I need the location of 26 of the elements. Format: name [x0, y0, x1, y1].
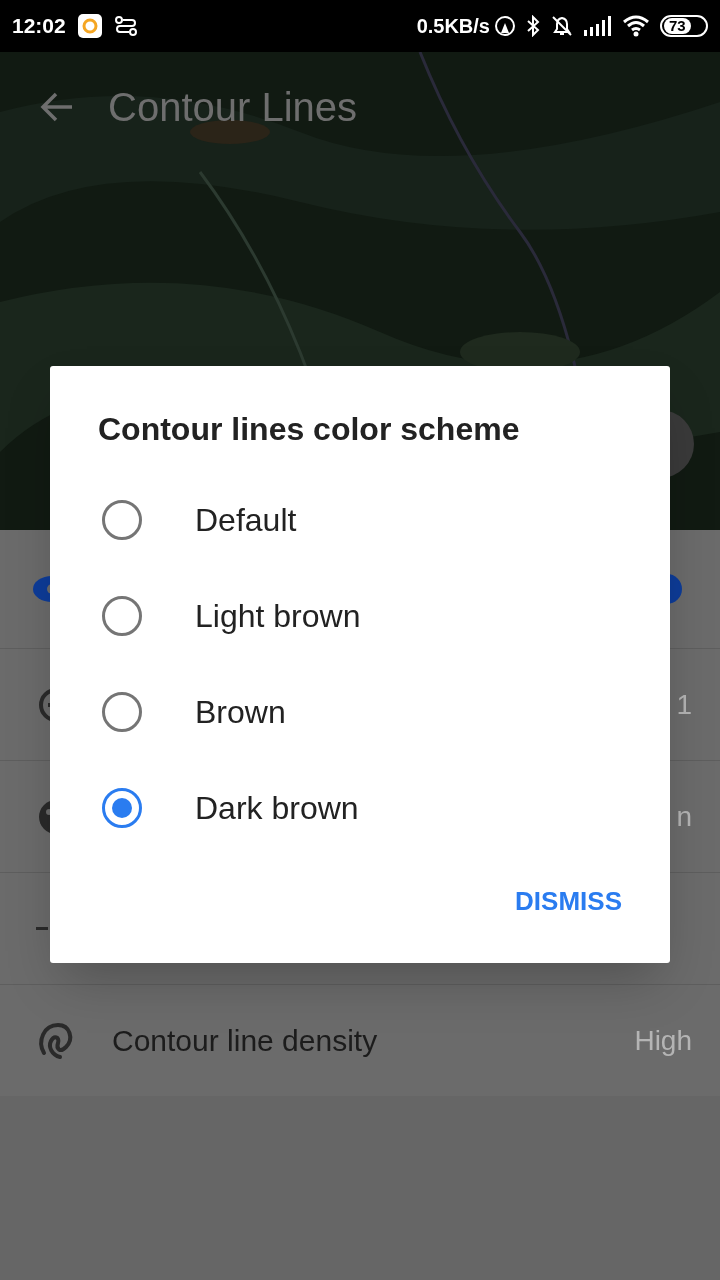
battery-indicator: 73 [660, 15, 708, 37]
page-title: Contour Lines [108, 84, 358, 131]
back-arrow-icon[interactable] [40, 92, 74, 122]
setting-value: n [676, 799, 692, 834]
radio-option[interactable]: Dark brown [50, 760, 670, 856]
radio-button[interactable] [102, 788, 142, 828]
setting-label: Contour line density [112, 1023, 378, 1059]
setting-value: 1 [676, 687, 692, 722]
radio-option[interactable]: Light brown [50, 568, 670, 664]
radio-button[interactable] [102, 500, 142, 540]
link-icon [113, 15, 138, 37]
radio-option[interactable]: Default [50, 472, 670, 568]
hotspot-icon [494, 15, 516, 37]
clock: 12:02 [12, 13, 66, 40]
setting-value: High [634, 1023, 692, 1058]
dialog-title: Contour lines color scheme [98, 410, 521, 448]
bluetooth-icon [526, 15, 540, 37]
network-speed: 0.5KB/s [416, 14, 490, 39]
app-icon [77, 14, 102, 38]
radio-button[interactable] [102, 596, 142, 636]
radio-option[interactable]: Brown [50, 664, 670, 760]
dismiss-button[interactable]: DISMISS [511, 876, 626, 927]
radio-button[interactable] [102, 692, 142, 732]
wifi-icon [622, 15, 650, 37]
bell-off-icon [550, 14, 574, 38]
signal-icon [584, 16, 612, 36]
